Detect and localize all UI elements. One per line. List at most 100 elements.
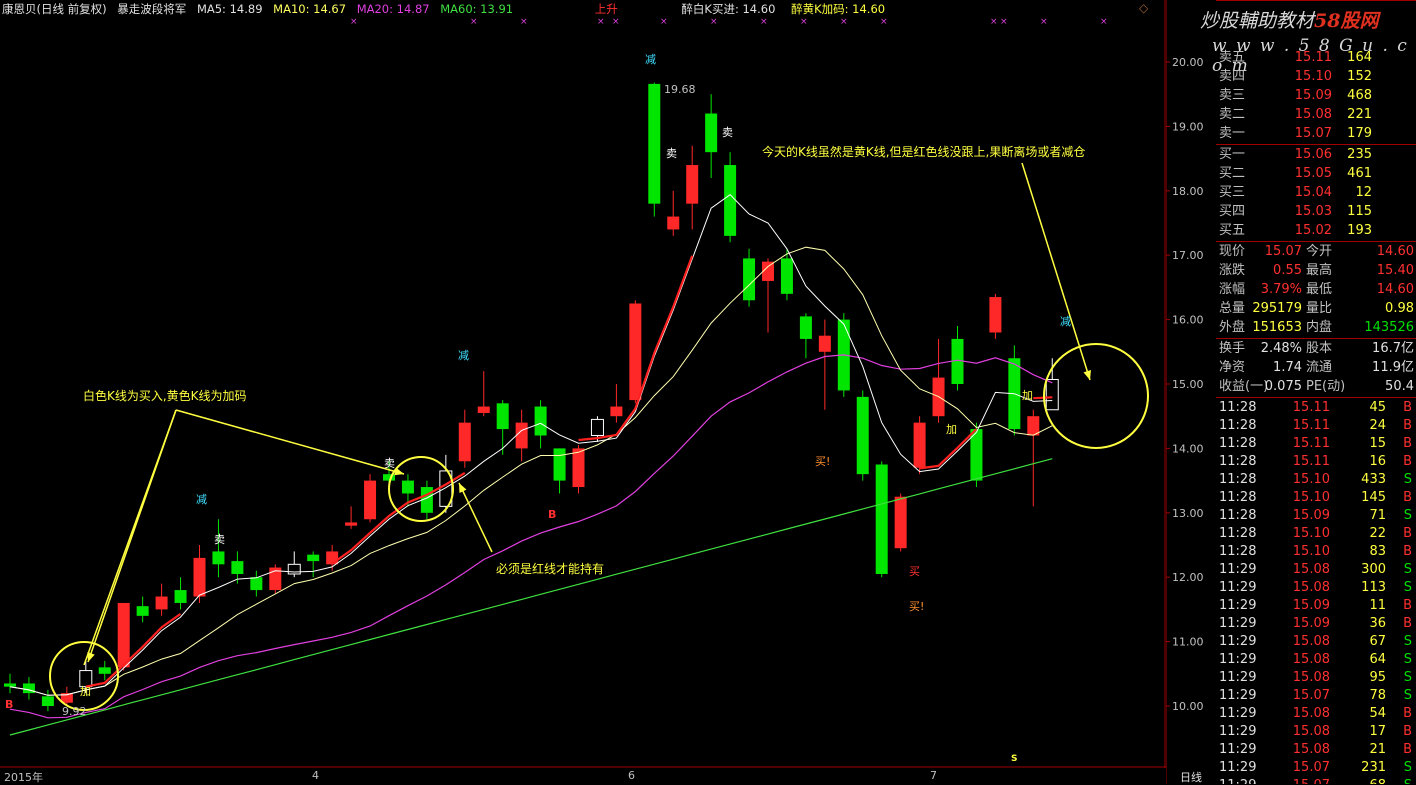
candle [534,400,547,449]
signal-b: B [548,508,557,521]
stat-value: 295179 [1252,301,1302,316]
tick-row: 11:28 15.10 22 B [1216,525,1416,543]
tick-price: 15.07 [1293,777,1330,784]
tick-direction: S [1403,508,1412,523]
ask-price: 15.10 [1294,69,1332,84]
candle [610,384,623,423]
candle [667,190,680,236]
candle-body [401,480,414,494]
y-tick-label: 17.00 [1172,249,1204,262]
tick-volume: 300 [1361,562,1386,577]
kline-canvas[interactable]: × × × × × × × × × × × × × × × [0,0,1166,768]
tick-row: 11:28 15.10 145 B [1216,489,1416,507]
tick-volume: 24 [1369,418,1386,433]
candle-body [496,403,509,430]
tick-price: 15.10 [1292,490,1330,505]
tick-row: 11:28 15.10 83 B [1216,543,1416,561]
buy-note: 白色K线为买入,黄色K线为加码 [83,389,247,403]
top-marker: × [612,17,620,27]
annotation-arrow [1021,162,1091,381]
kline-chart-area[interactable]: × × × × × × × × × × × × × × × [0,0,1166,768]
tick-time: 11:29 [1219,580,1257,595]
candle [705,94,718,178]
panel-divider [1216,0,1416,1]
stat-value: 0.98 [1385,301,1414,316]
tick-volume: 67 [1369,634,1386,649]
candle-body [648,83,661,204]
hold-note: 必须是红线才能持有 [496,562,605,576]
time-axis: 2015年 4 6 7 日线 [0,768,1216,784]
annotation-arrow [458,482,493,553]
candle-body [856,396,869,475]
ask-price: 15.08 [1294,107,1332,122]
top-marker: × [597,17,605,27]
tick-price: 15.09 [1292,598,1330,613]
annotation-arrow [87,409,177,663]
tick-time: 11:29 [1219,616,1257,631]
stat-label: 现价 [1219,244,1246,259]
stat-label: 外盘 [1219,320,1246,335]
candle-body [458,422,471,462]
chart-header: 康恩贝(日线 前复权) 暴走波段将军 MA5: 14.89 MA10: 14.6… [2,1,892,17]
fin-value: 11.9亿 [1372,360,1414,375]
candle-body [477,406,490,413]
stat-value: 143526 [1364,320,1414,335]
bid-label: 买一 [1219,147,1246,162]
signal-buy-alert: 买! [909,600,925,613]
fin-value: 2.48% [1260,341,1302,356]
tick-price: 15.07 [1292,760,1330,775]
tick-volume: 95 [1369,670,1386,685]
tick-time: 11:28 [1219,472,1257,487]
candle [762,258,774,333]
candle-body [667,216,680,230]
candle-body [307,554,320,562]
tick-price: 15.07 [1292,688,1330,703]
top-marker: × [520,17,528,27]
tick-direction: B [1403,544,1412,559]
tick-price: 15.08 [1292,562,1330,577]
y-tick-label: 12.00 [1172,571,1204,584]
ma20-value: MA20: 14.87 [356,2,430,16]
tick-time: 11:28 [1219,490,1257,505]
ask-volume: 468 [1347,88,1372,103]
tick-price: 15.08 [1292,670,1330,685]
candle-body [553,448,566,481]
ma5-value: MA5: 14.89 [196,2,263,16]
diamond-icon[interactable]: ◇ [1139,1,1148,15]
fin-row: 净资 1.74 流通 11.9亿 [1216,359,1416,377]
tick-volume: 64 [1369,652,1386,667]
period-label[interactable]: 日线 [1180,769,1202,785]
candle-body [705,113,718,153]
trend-label: 上升 [594,2,618,16]
candle-body [799,316,812,339]
candle-body [610,406,623,417]
tick-row: 11:29 15.07 68 S [1216,777,1416,784]
tick-row: 11:29 15.08 300 S [1216,561,1416,579]
tick-time: 11:28 [1219,436,1257,451]
tick-row: 11:29 15.09 11 B [1216,597,1416,615]
tick-row: 11:29 15.08 113 S [1216,579,1416,597]
tick-price: 15.09 [1292,508,1330,523]
tick-row: 11:28 15.09 71 S [1216,507,1416,525]
tick-time: 11:29 [1219,760,1257,775]
tick-price: 15.09 [1292,616,1330,631]
signal-buy-alert: 买! [815,455,831,468]
tick-volume: 83 [1369,544,1386,559]
candle [364,474,377,523]
price-axis: 20.0019.0018.0017.0016.0015.0014.0013.00… [1166,0,1204,784]
bid-label: 买三 [1219,185,1246,200]
signal-b: B [5,698,14,711]
bid-label: 买二 [1219,166,1246,181]
candle-body [724,165,737,236]
ask-row: 卖二 15.08 221 [1216,106,1416,124]
fin-value: 1.74 [1273,360,1302,375]
ask-price: 15.11 [1294,50,1332,65]
tick-row: 11:29 15.07 231 S [1216,759,1416,777]
y-tick-label: 10.00 [1172,700,1204,713]
tick-time: 11:28 [1219,418,1257,433]
top-marker: × [760,17,768,27]
candle [1008,345,1021,436]
candle [894,493,907,552]
tick-row: 11:29 15.09 36 B [1216,615,1416,633]
candle [496,400,509,455]
